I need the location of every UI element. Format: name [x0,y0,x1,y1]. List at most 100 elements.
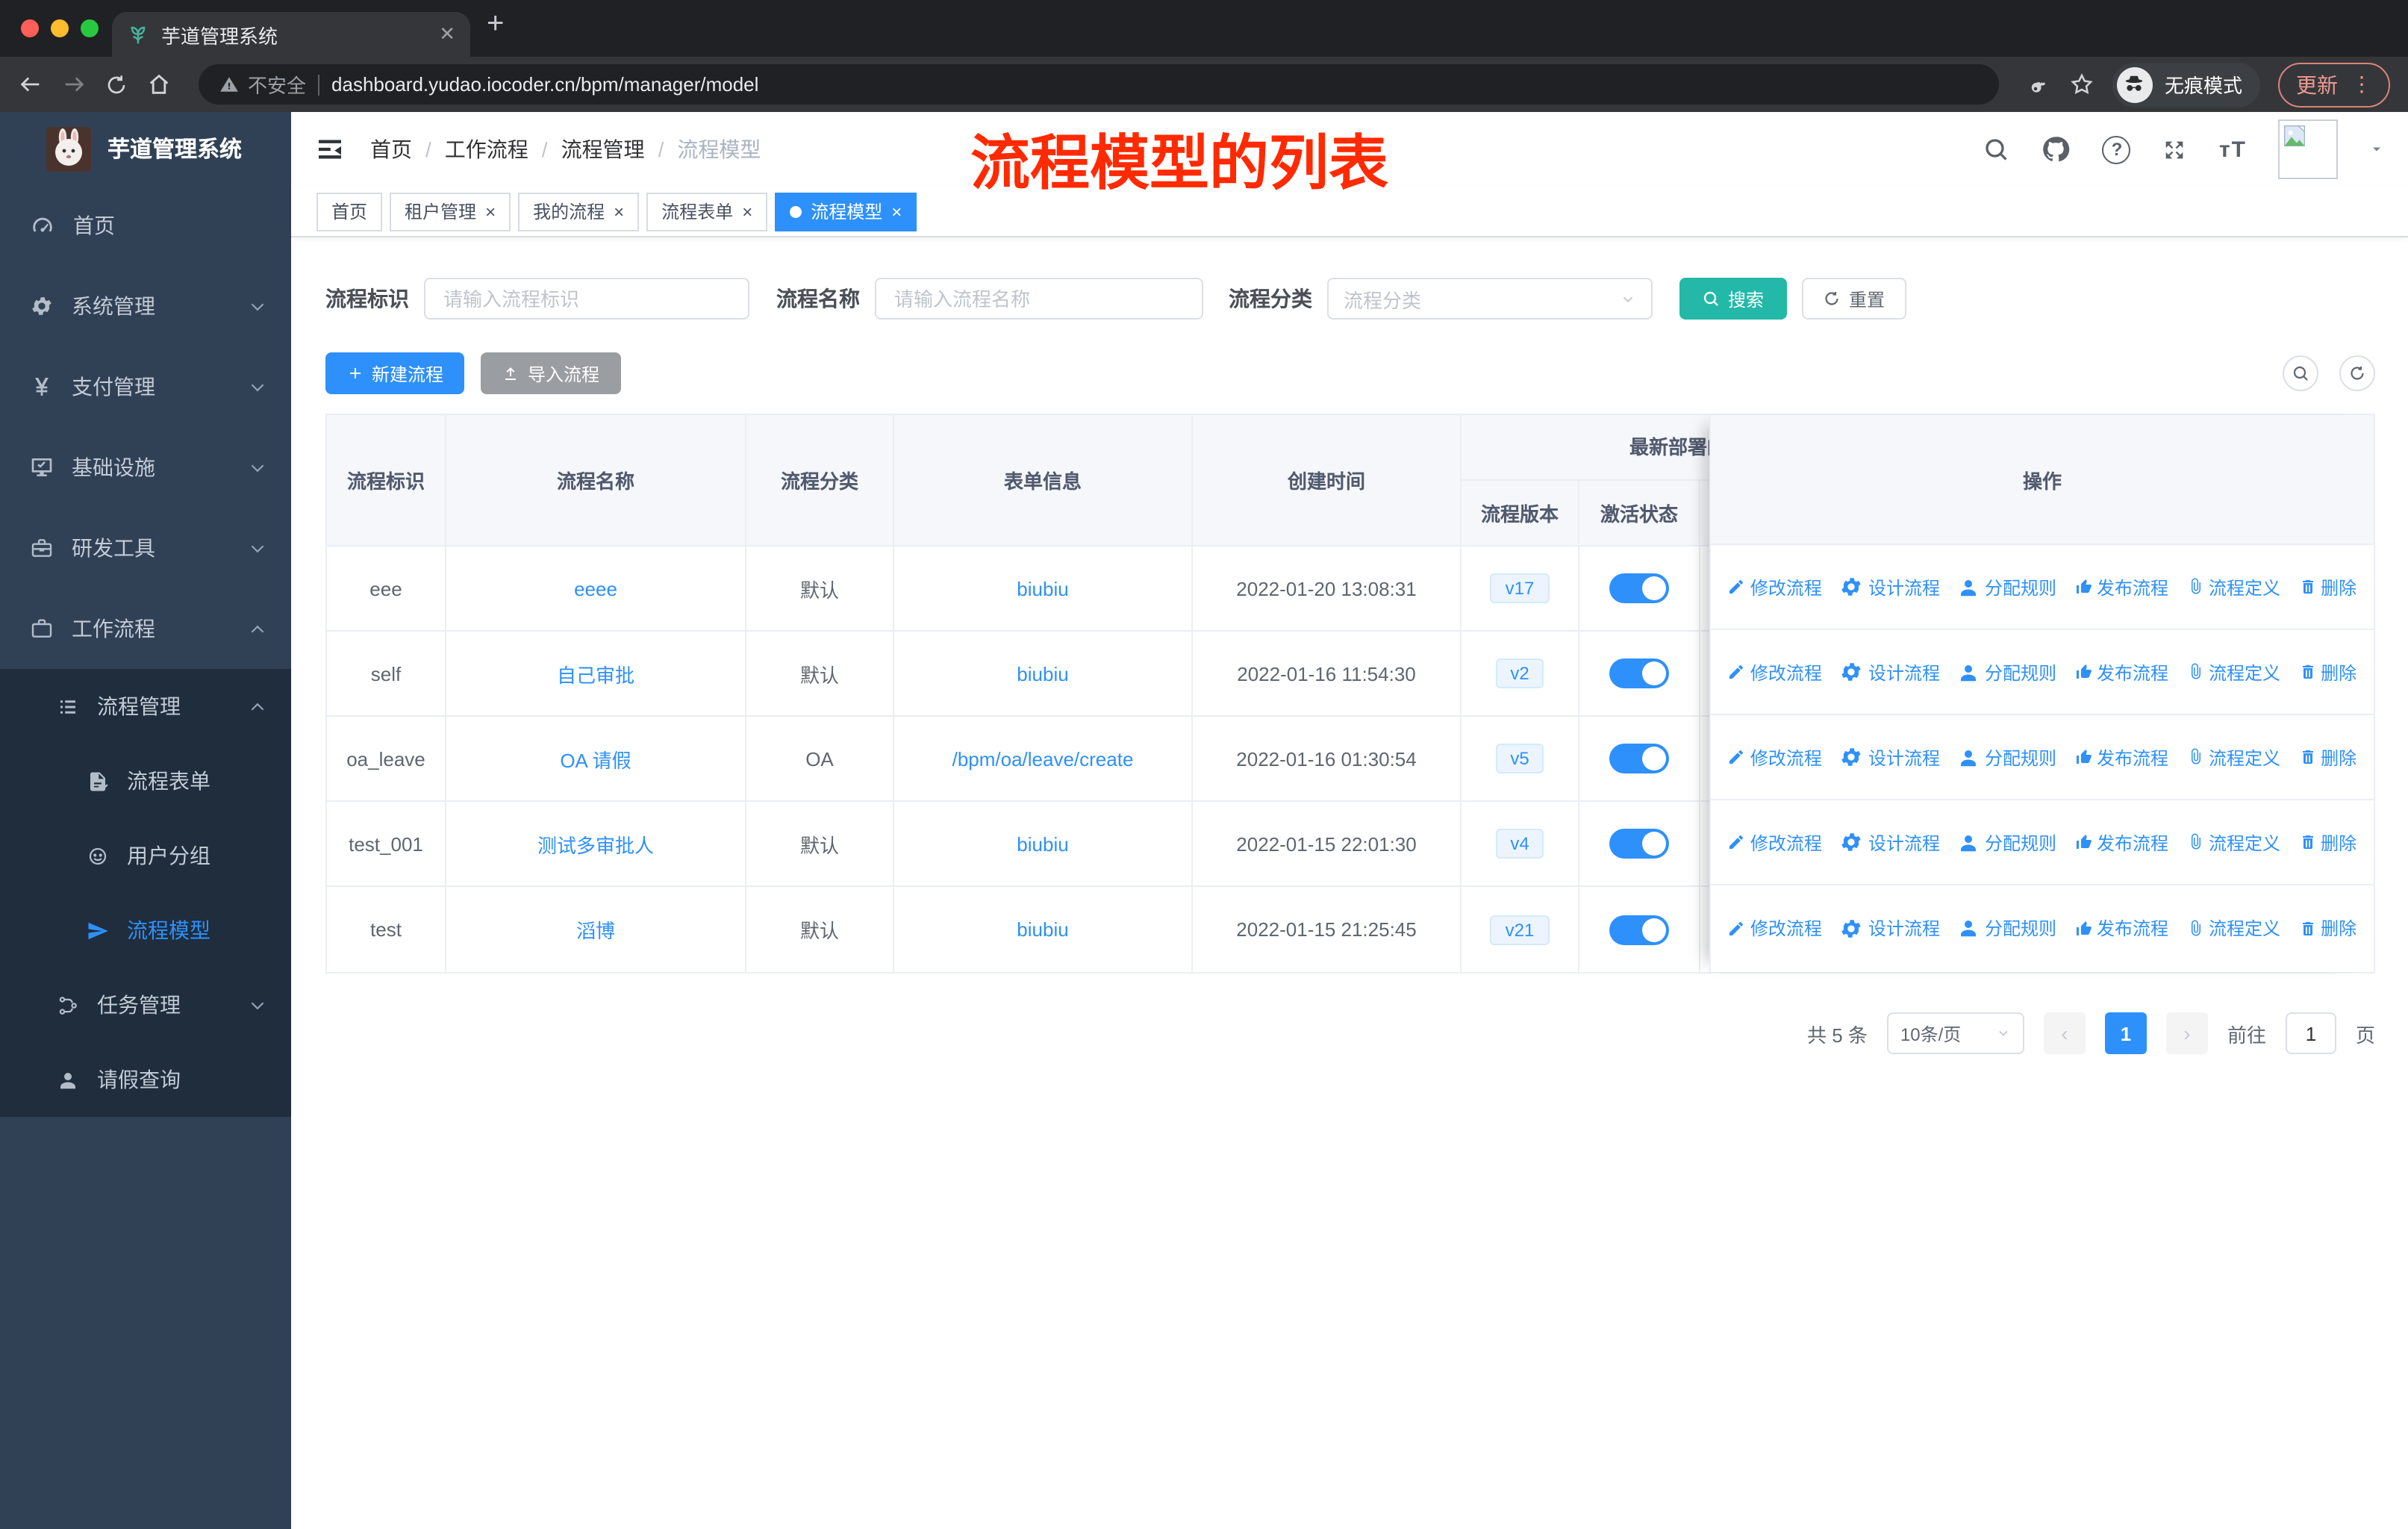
action-publish[interactable]: 发布流程 [2074,574,2168,600]
action-delete[interactable]: 删除 [2298,744,2356,770]
action-edit[interactable]: 修改流程 [1728,829,1822,855]
current-page-button[interactable]: 1 [2104,1012,2147,1054]
active-toggle[interactable] [1609,829,1669,859]
prev-page-button[interactable]: ‹ [2043,1012,2086,1054]
form-info-link[interactable]: /bpm/oa/leave/create [952,747,1134,770]
github-icon[interactable] [2042,134,2071,164]
form-info-link[interactable]: biubiu [1017,662,1068,685]
process-name-link[interactable]: 测试多审批人 [537,829,654,858]
action-assign-rule[interactable]: 分配规则 [1958,915,2056,941]
home-icon[interactable] [146,72,172,97]
breadcrumb-item[interactable]: 流程管理 [561,134,645,164]
action-edit[interactable]: 修改流程 [1728,744,1822,770]
tab-close-icon[interactable]: ✕ [439,22,455,46]
hamburger-collapse-icon[interactable] [315,134,345,164]
action-definition[interactable]: 流程定义 [2186,659,2280,685]
action-assign-rule[interactable]: 分配规则 [1958,574,2056,600]
create-process-button[interactable]: 新建流程 [325,352,464,394]
action-delete[interactable]: 删除 [2298,574,2356,600]
sidebar-item-4[interactable]: 研发工具 [0,508,291,588]
refresh-mini-button[interactable] [2339,355,2375,391]
help-icon[interactable]: ? [2102,135,2131,164]
filter-id-input[interactable] [424,278,749,320]
fullscreen-icon[interactable] [2162,137,2188,162]
tag-4[interactable]: 流程模型 × [775,192,917,231]
action-definition[interactable]: 流程定义 [2186,829,2280,855]
font-size-icon[interactable]: ᴛT [2219,137,2247,162]
sidebar-item-0[interactable]: 首页 [0,185,291,266]
form-info-link[interactable]: biubiu [1017,577,1068,600]
filter-name-input[interactable] [875,278,1203,320]
active-toggle[interactable] [1609,573,1669,603]
forward-icon[interactable] [61,72,87,97]
action-publish[interactable]: 发布流程 [2074,659,2168,685]
action-delete[interactable]: 删除 [2298,659,2356,685]
sidebar-item-2[interactable]: 支付管理 [0,346,291,427]
update-button[interactable]: 更新 ⋮ [2278,62,2390,107]
new-tab-button[interactable]: + [487,7,504,42]
form-info-link[interactable]: biubiu [1017,832,1068,855]
search-button[interactable]: 搜索 [1679,278,1787,320]
search-icon[interactable] [1983,136,2010,163]
close-icon[interactable]: × [485,201,496,222]
breadcrumb-item[interactable]: 工作流程 [445,134,528,164]
star-icon[interactable] [2069,72,2094,97]
process-name-link[interactable]: 滔博 [576,915,615,944]
action-edit[interactable]: 修改流程 [1728,659,1822,685]
sidebar-item-5[interactable]: 工作流程 [0,588,291,669]
action-assign-rule[interactable]: 分配规则 [1958,659,2056,685]
action-publish[interactable]: 发布流程 [2074,744,2168,770]
action-definition[interactable]: 流程定义 [2186,915,2280,941]
browser-tab[interactable]: 芋道管理系统 ✕ [112,12,470,57]
back-icon[interactable] [18,72,43,97]
close-window-button[interactable] [21,19,39,37]
action-design[interactable]: 设计流程 [1840,744,1940,770]
sidebar-item-9[interactable]: 流程模型 [0,893,291,968]
goto-page-input[interactable] [2285,1012,2336,1054]
zoom-window-button[interactable] [81,19,99,37]
reset-button[interactable]: 重置 [1802,278,1906,320]
close-icon[interactable]: × [742,201,752,222]
import-process-button[interactable]: 导入流程 [481,352,621,394]
close-icon[interactable]: × [891,201,902,222]
action-assign-rule[interactable]: 分配规则 [1958,744,2056,770]
close-icon[interactable]: × [614,201,624,222]
action-definition[interactable]: 流程定义 [2186,744,2280,770]
active-toggle[interactable] [1609,658,1669,688]
tag-3[interactable]: 流程表单 × [646,192,768,231]
page-size-select[interactable]: 10条/页 [1886,1012,2024,1054]
action-definition[interactable]: 流程定义 [2186,574,2280,600]
action-assign-rule[interactable]: 分配规则 [1958,829,2056,855]
caret-down-icon[interactable] [2369,142,2384,157]
app-logo-row[interactable]: 芋道管理系统 [0,112,291,185]
action-publish[interactable]: 发布流程 [2074,915,2168,941]
breadcrumb-item[interactable]: 首页 [370,134,412,164]
process-name-link[interactable]: OA 请假 [560,744,631,773]
process-name-link[interactable]: eeee [574,577,617,600]
sidebar-item-3[interactable]: 基础设施 [0,427,291,508]
sidebar-item-11[interactable]: 请假查询 [0,1042,291,1117]
action-design[interactable]: 设计流程 [1840,659,1940,685]
minimize-window-button[interactable] [51,19,69,37]
form-info-link[interactable]: biubiu [1017,918,1068,941]
key-icon[interactable] [2026,72,2051,97]
action-delete[interactable]: 删除 [2298,915,2356,941]
tag-0[interactable]: 首页 [316,192,383,231]
sidebar-item-6[interactable]: 流程管理 [0,669,291,744]
active-toggle[interactable] [1609,915,1669,944]
active-toggle[interactable] [1609,744,1669,773]
sidebar-item-1[interactable]: 系统管理 [0,266,291,346]
tag-1[interactable]: 租户管理 × [390,192,511,231]
action-publish[interactable]: 发布流程 [2074,829,2168,855]
sidebar-item-8[interactable]: 用户分组 [0,818,291,893]
action-edit[interactable]: 修改流程 [1728,915,1822,941]
process-name-link[interactable]: 自己审批 [557,659,634,688]
reload-icon[interactable] [105,72,128,96]
avatar[interactable] [2278,119,2338,179]
sidebar-item-10[interactable]: 任务管理 [0,968,291,1042]
action-edit[interactable]: 修改流程 [1728,574,1822,600]
show-search-mini-button[interactable] [2283,355,2318,391]
tag-2[interactable]: 我的流程 × [518,192,640,231]
action-design[interactable]: 设计流程 [1840,829,1940,855]
filter-category-select[interactable]: 流程分类 [1327,278,1653,320]
